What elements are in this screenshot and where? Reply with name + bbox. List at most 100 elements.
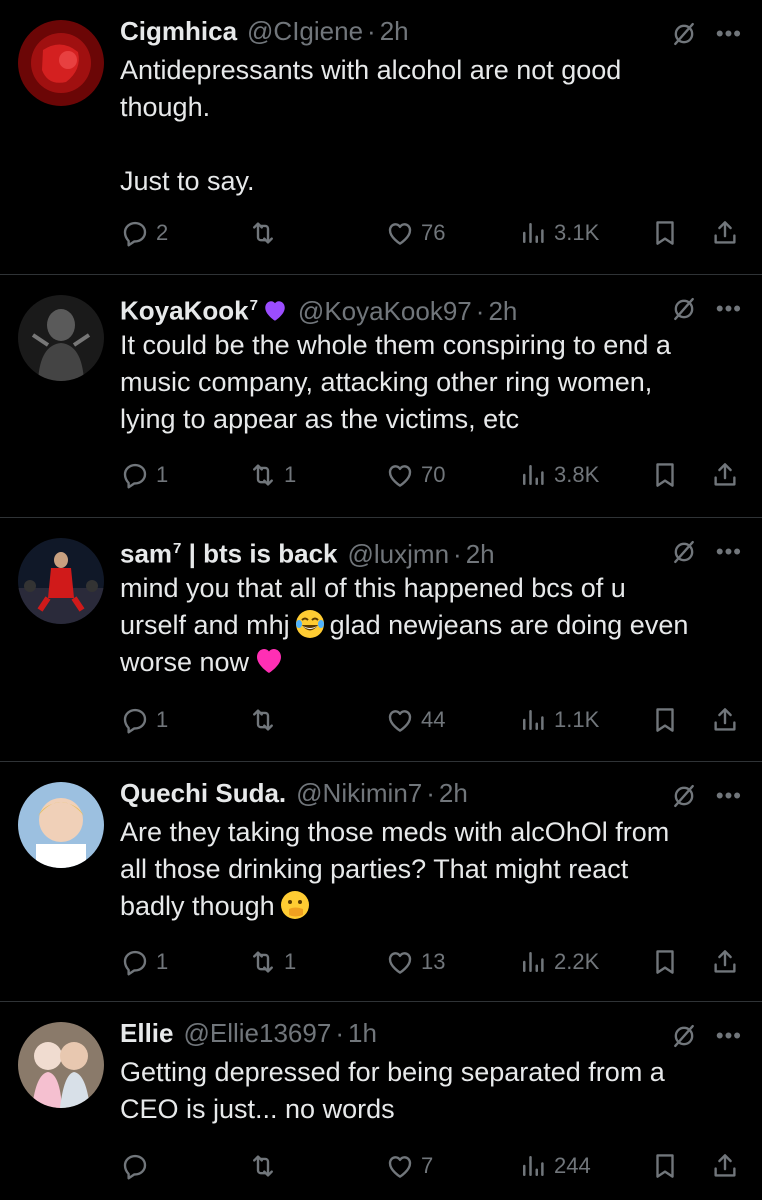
user-handle[interactable]: @KoyaKook97	[298, 294, 472, 328]
action-bar: 1 44 1.1K	[120, 700, 742, 740]
post-time[interactable]: 2h	[466, 537, 495, 571]
action-bar: 1 1 13 2.2K	[120, 942, 742, 982]
avatar[interactable]	[18, 538, 104, 624]
laughing-tears-emoji-icon	[295, 610, 324, 638]
avatar[interactable]	[18, 20, 104, 106]
display-name[interactable]: sam7 | bts is back	[120, 532, 338, 571]
post-text: Getting depressed for being separated fr…	[120, 1057, 665, 1124]
pink-heart-emoji-icon	[257, 649, 282, 673]
views-button[interactable]: 2.2K	[518, 942, 599, 982]
user-handle[interactable]: @Nikimin7	[296, 776, 422, 810]
post[interactable]: Cigmhica @CIgiene · 2h ••• Antidepressan…	[0, 0, 762, 275]
views-button[interactable]: 3.8K	[518, 455, 599, 495]
post-text: Antidepressants with alcohol are not goo…	[120, 55, 622, 196]
bookmark-button[interactable]	[650, 1146, 680, 1186]
like-icon	[385, 1151, 415, 1181]
avatar[interactable]	[18, 1022, 104, 1108]
display-name[interactable]: Cigmhica	[120, 14, 237, 48]
display-name[interactable]: KoyaKook7	[120, 289, 288, 328]
bookmark-button[interactable]	[650, 455, 680, 495]
share-button[interactable]	[710, 455, 740, 495]
retweet-button[interactable]: 1	[248, 455, 296, 495]
reply-button[interactable]: 1	[120, 942, 168, 982]
post-time[interactable]: 2h	[439, 776, 468, 810]
retweet-button[interactable]	[248, 213, 284, 253]
share-button[interactable]	[710, 213, 740, 253]
post[interactable]: KoyaKook7 @KoyaKook97 · 2h ••• It could …	[0, 275, 762, 518]
bookmark-icon	[650, 1151, 680, 1181]
user-handle[interactable]: @CIgiene	[247, 14, 363, 48]
face-with-hand-over-mouth-emoji-icon	[280, 891, 309, 919]
reply-icon	[120, 460, 150, 490]
retweet-icon	[248, 1151, 278, 1181]
bookmark-icon	[650, 218, 680, 248]
reply-feed: Cigmhica @CIgiene · 2h ••• Antidepressan…	[0, 0, 762, 1200]
retweet-icon	[248, 705, 278, 735]
post[interactable]: sam7 | bts is back @luxjmn · 2h ••• mind…	[0, 518, 762, 762]
user-handle[interactable]: @luxjmn	[348, 537, 450, 571]
user-handle[interactable]: @Ellie13697	[183, 1016, 331, 1050]
bookmark-button[interactable]	[650, 213, 680, 253]
more-icon[interactable]: •••	[716, 1025, 742, 1047]
more-icon[interactable]: •••	[716, 298, 742, 320]
post-time[interactable]: 2h	[488, 294, 517, 328]
display-name[interactable]: Quechi Suda.	[120, 776, 286, 810]
reply-icon	[120, 705, 150, 735]
post-time[interactable]: 1h	[348, 1016, 377, 1050]
reply-button[interactable]: 1	[120, 455, 168, 495]
more-icon[interactable]: •••	[716, 785, 742, 807]
post[interactable]: Ellie @Ellie13697 · 1h ••• Getting depre…	[0, 1002, 762, 1200]
purple-heart-icon	[265, 300, 285, 321]
action-bar: 2 76 3.1K	[120, 213, 742, 253]
retweet-icon	[248, 218, 278, 248]
post-time[interactable]: 2h	[380, 14, 409, 48]
like-button[interactable]: 44	[385, 700, 445, 740]
retweet-button[interactable]	[248, 1146, 284, 1186]
more-icon[interactable]: •••	[716, 23, 742, 45]
like-button[interactable]: 70	[385, 455, 445, 495]
like-icon	[385, 460, 415, 490]
retweet-button[interactable]: 1	[248, 942, 296, 982]
share-button[interactable]	[710, 1146, 740, 1186]
reply-button[interactable]: 2	[120, 213, 168, 253]
views-icon	[518, 947, 548, 977]
like-button[interactable]: 7	[385, 1146, 433, 1186]
reply-button[interactable]: 1	[120, 700, 168, 740]
display-name[interactable]: Ellie	[120, 1016, 173, 1050]
avatar[interactable]	[18, 782, 104, 868]
retweet-button[interactable]	[248, 700, 284, 740]
views-icon	[518, 218, 548, 248]
grok-icon[interactable]	[670, 1022, 698, 1050]
bookmark-icon	[650, 460, 680, 490]
bookmark-button[interactable]	[650, 942, 680, 982]
reply-icon	[120, 1151, 150, 1181]
views-button[interactable]: 244	[518, 1146, 591, 1186]
views-icon	[518, 460, 548, 490]
share-button[interactable]	[710, 942, 740, 982]
post[interactable]: Quechi Suda. @Nikimin7 · 2h ••• Are they…	[0, 762, 762, 1002]
share-icon	[710, 947, 740, 977]
post-text: It could be the whole them conspiring to…	[120, 330, 671, 434]
more-icon[interactable]: •••	[716, 541, 742, 563]
share-icon	[710, 218, 740, 248]
like-button[interactable]: 76	[385, 213, 445, 253]
like-button[interactable]: 13	[385, 942, 445, 982]
views-button[interactable]: 3.1K	[518, 213, 599, 253]
grok-icon[interactable]	[670, 538, 698, 566]
views-button[interactable]: 1.1K	[518, 700, 599, 740]
grok-icon[interactable]	[670, 295, 698, 323]
retweet-icon	[248, 947, 278, 977]
reply-button[interactable]	[120, 1146, 156, 1186]
views-icon	[518, 705, 548, 735]
bookmark-button[interactable]	[650, 700, 680, 740]
grok-icon[interactable]	[670, 782, 698, 810]
share-button[interactable]	[710, 700, 740, 740]
like-icon	[385, 218, 415, 248]
retweet-icon	[248, 460, 278, 490]
grok-icon[interactable]	[670, 20, 698, 48]
avatar[interactable]	[18, 295, 104, 381]
reply-icon	[120, 218, 150, 248]
like-icon	[385, 947, 415, 977]
post-text: mind you that all of this happened bcs o…	[120, 573, 689, 677]
action-bar: 1 1 70 3.8K	[120, 455, 742, 495]
